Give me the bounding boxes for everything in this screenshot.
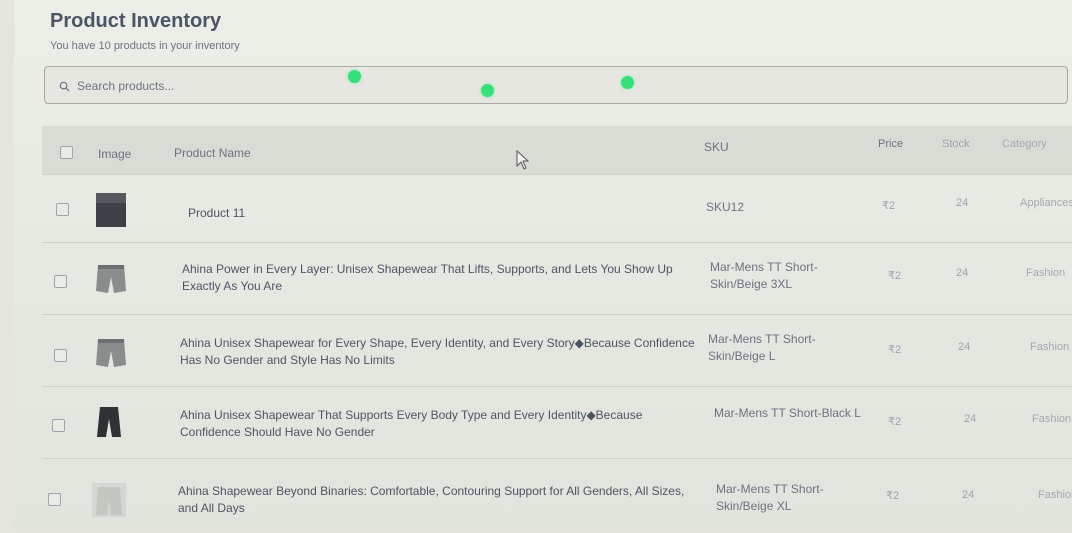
product-name[interactable]: Ahina Unisex Shapewear That Supports Eve…	[180, 407, 700, 441]
table-row[interactable]: Ahina Unisex Shapewear That Supports Eve…	[42, 386, 1072, 459]
product-stock: 24	[956, 267, 969, 279]
column-header-name[interactable]: Product Name	[174, 146, 251, 160]
product-thumbnail	[94, 193, 128, 227]
product-thumbnail	[94, 335, 128, 369]
product-name[interactable]: Ahina Shapewear Beyond Binaries: Comfort…	[178, 483, 698, 517]
product-sku: Mar-Mens TT Short-Black L	[714, 406, 861, 420]
product-name[interactable]: Ahina Power in Every Layer: Unisex Shape…	[182, 261, 702, 295]
product-price: ₹2	[886, 490, 900, 502]
indicator-dot	[481, 84, 494, 97]
column-header-image: Image	[98, 147, 132, 161]
indicator-dot	[348, 70, 361, 83]
search-bar[interactable]	[44, 66, 1068, 104]
select-all-checkbox[interactable]	[60, 146, 73, 159]
page-subtitle: You have 10 products in your inventory	[50, 40, 240, 52]
mouse-cursor-icon	[516, 149, 530, 175]
indicator-dot	[621, 76, 634, 89]
table-row[interactable]: Ahina Unisex Shapewear for Every Shape, …	[42, 314, 1072, 387]
product-thumbnail	[92, 483, 126, 517]
product-category: Fashion	[1032, 413, 1072, 425]
product-sku: Mar-Mens TT Short-Skin/Beige 3XL	[710, 260, 818, 291]
table-row[interactable]: Product 11 SKU12 ₹2 24 Appliances	[42, 174, 1072, 243]
table-row[interactable]: Ahina Power in Every Layer: Unisex Shape…	[42, 242, 1072, 315]
column-header-category[interactable]: Category	[1002, 138, 1047, 150]
product-stock: 24	[956, 197, 969, 209]
product-sku: Mar-Mens TT Short-Skin/Beige L	[708, 332, 816, 363]
product-sku: SKU12	[706, 200, 745, 214]
row-checkbox[interactable]	[48, 493, 61, 506]
product-category: Appliances	[1020, 197, 1072, 209]
product-name[interactable]: Ahina Unisex Shapewear for Every Shape, …	[180, 335, 700, 369]
table-row[interactable]: Ahina Shapewear Beyond Binaries: Comfort…	[42, 458, 1072, 533]
table-header: Image Product Name SKU Price Stock Categ…	[42, 126, 1072, 174]
product-thumbnail	[92, 405, 126, 439]
product-thumbnail	[94, 261, 128, 295]
product-price: ₹2	[888, 344, 902, 356]
product-name[interactable]: Product 11	[188, 205, 708, 222]
row-checkbox[interactable]	[54, 349, 67, 362]
row-checkbox[interactable]	[52, 419, 65, 432]
search-input[interactable]	[75, 76, 479, 96]
product-sku: Mar-Mens TT Short-Skin/Beige XL	[716, 482, 824, 513]
search-icon	[59, 79, 70, 97]
product-category: Fashion	[1038, 489, 1072, 501]
product-category: Fashion	[1026, 267, 1066, 279]
product-price: ₹2	[882, 200, 896, 212]
product-stock: 24	[962, 489, 975, 501]
column-header-sku[interactable]: SKU	[704, 140, 729, 154]
column-header-stock[interactable]: Stock	[942, 138, 970, 150]
row-checkbox[interactable]	[54, 275, 67, 288]
page-title: Product Inventory	[50, 10, 222, 32]
inventory-page: Product Inventory You have 10 products i…	[14, 0, 1072, 532]
product-category: Fashion	[1030, 341, 1070, 353]
product-price: ₹2	[888, 270, 902, 282]
row-checkbox[interactable]	[56, 203, 69, 216]
column-header-price[interactable]: Price	[878, 138, 903, 150]
product-stock: 24	[964, 413, 977, 425]
product-price: ₹2	[888, 416, 902, 428]
product-stock: 24	[958, 341, 971, 353]
